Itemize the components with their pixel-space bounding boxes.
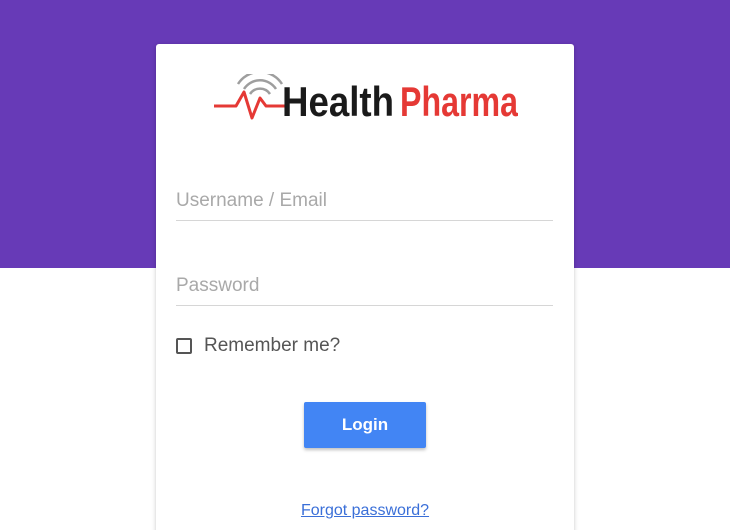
password-input[interactable]	[176, 271, 553, 301]
heartbeat-wifi-icon	[214, 74, 288, 120]
remember-me-option[interactable]: Remember me?	[176, 334, 340, 358]
healthpharma-logo: Health Pharma	[214, 74, 518, 124]
login-page: Health Pharma Remember me? Login Forgot …	[0, 0, 730, 530]
forgot-password-container: Forgot password?	[156, 502, 574, 520]
forgot-password-link[interactable]: Forgot password?	[301, 502, 429, 519]
remember-me-label: Remember me?	[204, 335, 341, 356]
login-card: Health Pharma Remember me? Login Forgot …	[156, 44, 574, 530]
logo-graphic: Health Pharma	[214, 74, 518, 124]
logo-health-text: Health	[282, 78, 394, 124]
remember-me-checkbox[interactable]	[176, 338, 192, 354]
username-input[interactable]	[176, 186, 553, 216]
password-field	[176, 271, 553, 306]
username-field	[176, 186, 553, 221]
login-button[interactable]: Login	[304, 402, 426, 448]
logo-pharma-text: Pharma	[400, 78, 518, 124]
